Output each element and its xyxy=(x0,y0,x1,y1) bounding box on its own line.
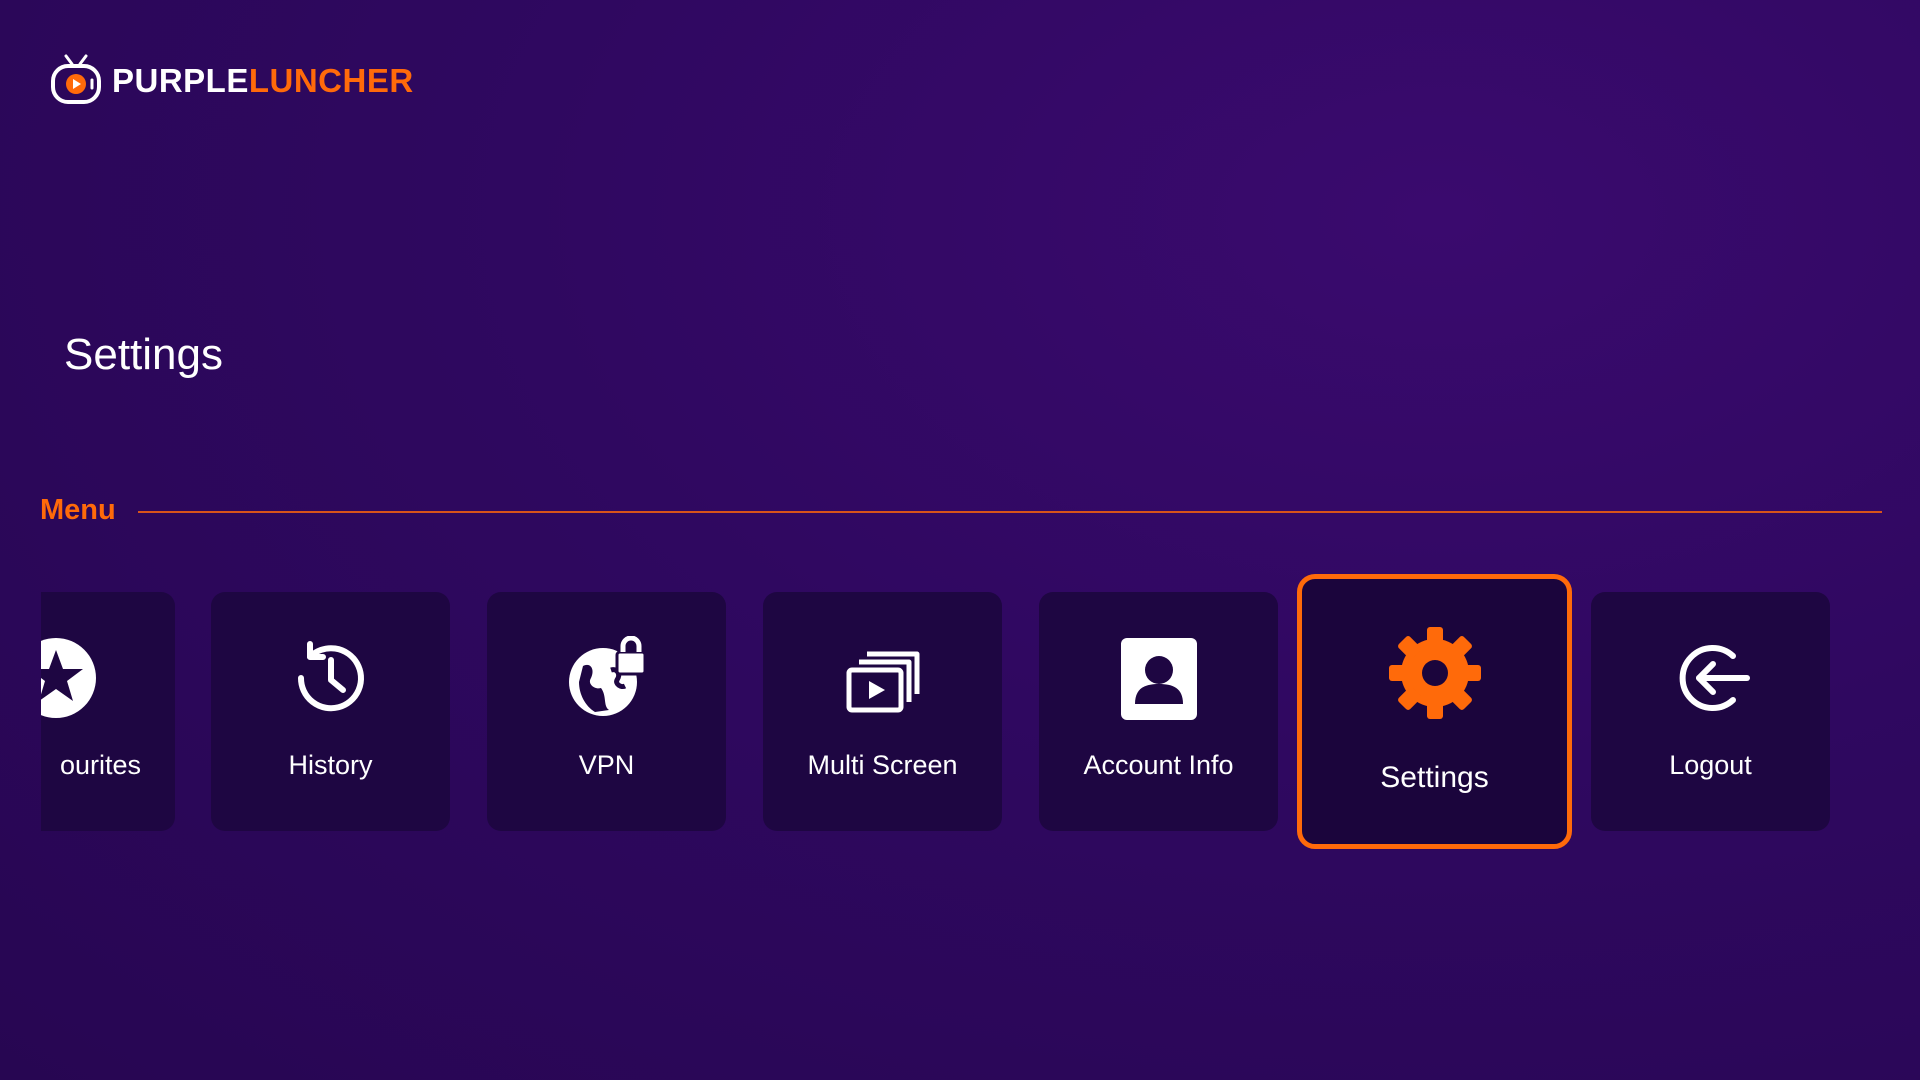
brand-name-part2: LUNCHER xyxy=(248,61,414,99)
brand-name: PURPLELUNCHER xyxy=(112,64,414,97)
menu-tile-label: Account Info xyxy=(1083,750,1234,780)
menu-section-header: Menu xyxy=(40,494,1882,527)
gear-icon xyxy=(1385,623,1485,723)
menu-tile-favourites[interactable]: ourites xyxy=(41,592,175,831)
multi-screen-icon xyxy=(841,636,925,720)
page-title: Settings xyxy=(64,330,223,379)
menu-divider xyxy=(137,510,1882,513)
menu-tile-history[interactable]: History xyxy=(211,592,450,831)
menu-tile-label: ourites xyxy=(59,750,142,780)
menu-tile-label: History xyxy=(288,750,373,780)
account-icon xyxy=(1117,636,1201,720)
star-icon xyxy=(41,636,98,720)
tv-logo-icon xyxy=(51,54,101,104)
menu-tile-label: Multi Screen xyxy=(807,750,958,780)
menu-tile-label: Settings xyxy=(1380,761,1489,794)
history-icon xyxy=(289,636,373,720)
brand-name-part1: PURPLE xyxy=(112,61,249,99)
menu-tile-multi-screen[interactable]: Multi Screen xyxy=(763,592,1002,831)
menu-tile-account-info[interactable]: Account Info xyxy=(1039,592,1278,831)
vpn-globe-lock-icon xyxy=(565,636,649,720)
menu-tile-label: VPN xyxy=(578,750,635,780)
logout-icon xyxy=(1669,636,1753,720)
menu-carousel[interactable]: ourites History VPN Multi Screen Account… xyxy=(41,560,1841,860)
menu-tile-logout[interactable]: Logout xyxy=(1591,592,1830,831)
menu-label: Menu xyxy=(40,494,116,526)
menu-tile-vpn[interactable]: VPN xyxy=(487,592,726,831)
menu-tile-label: Logout xyxy=(1669,750,1752,780)
app-logo: PURPLELUNCHER xyxy=(50,54,414,106)
menu-tile-settings[interactable]: Settings xyxy=(1297,574,1572,849)
